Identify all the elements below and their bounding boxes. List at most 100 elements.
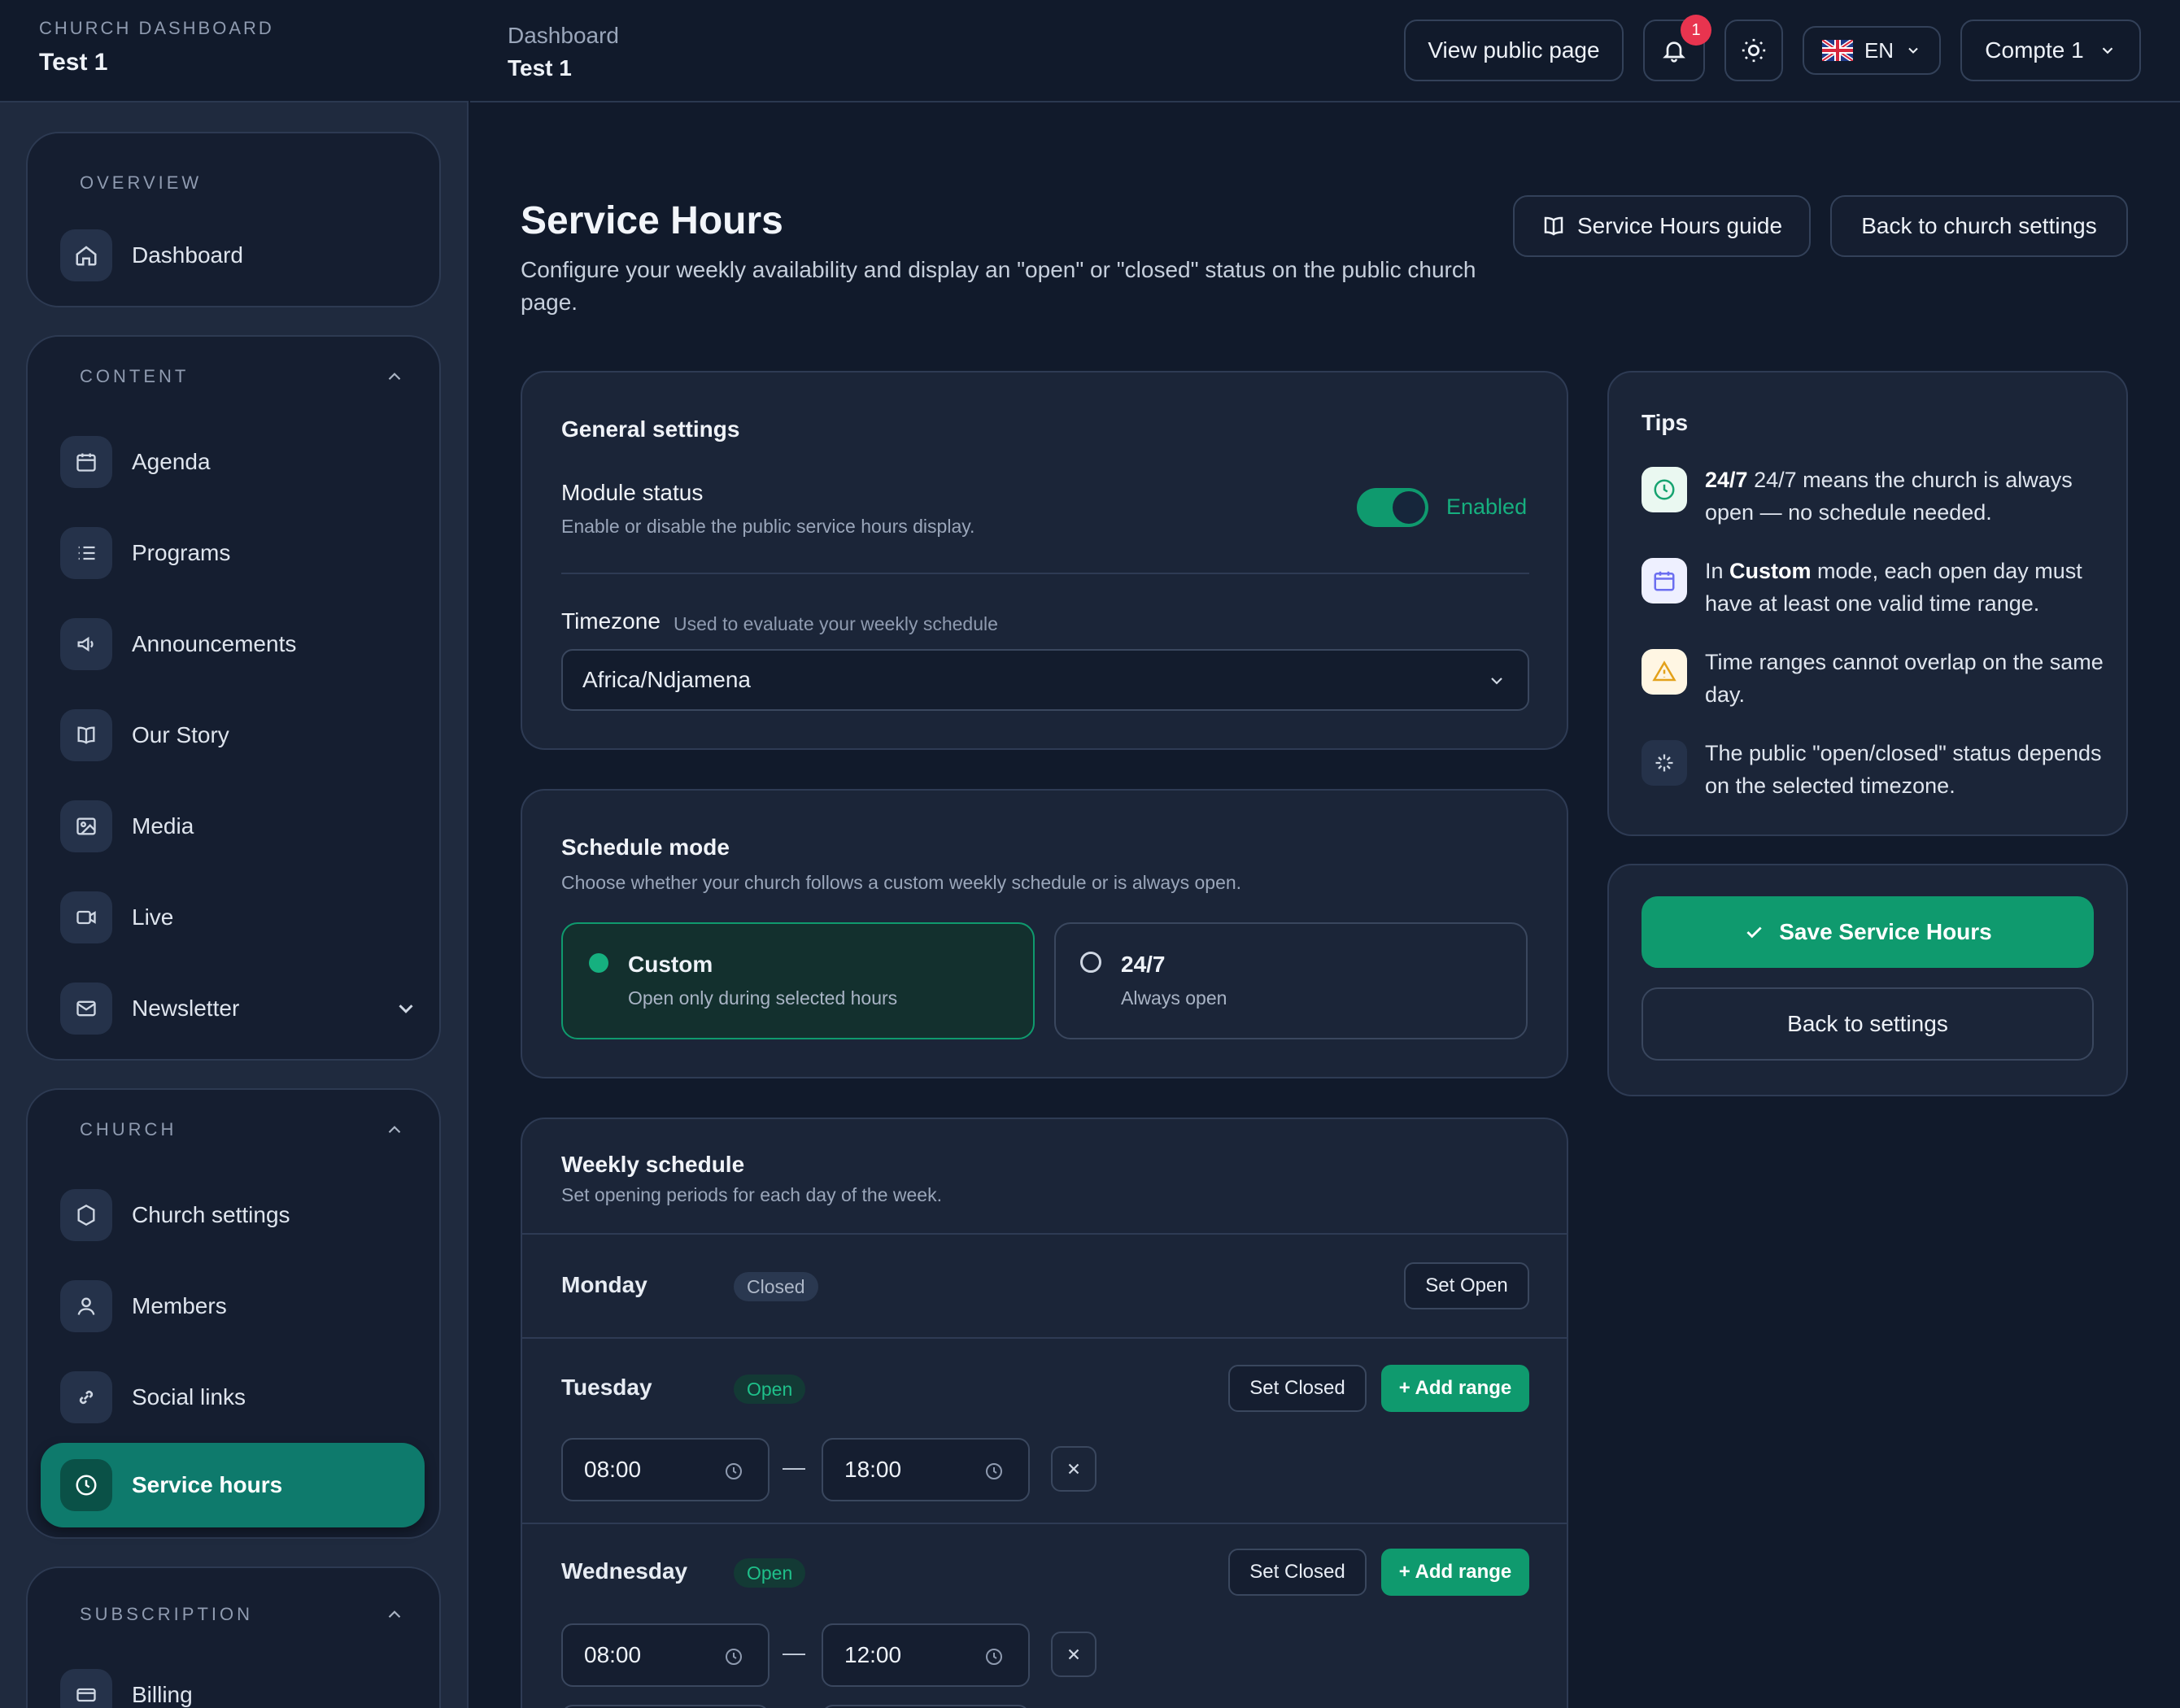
sidebar-item-label: Media [132, 813, 194, 839]
back-to-settings-button[interactable]: Back to settings [1642, 987, 2094, 1061]
set-closed-button[interactable]: Set Closed [1228, 1365, 1367, 1412]
sun-icon [1742, 38, 1766, 63]
time-value: 08:00 [584, 1457, 642, 1482]
guide-button-label: Service Hours guide [1576, 213, 1783, 238]
language-select[interactable]: EN [1803, 26, 1941, 75]
status-badge: Closed [734, 1272, 818, 1301]
bell-icon [1663, 41, 1685, 63]
sidebar-item-agenda[interactable]: Agenda [28, 420, 439, 504]
time-value: 12:00 [844, 1642, 902, 1667]
sidebar-item-church-settings[interactable]: Church settings [28, 1173, 439, 1257]
set-open-button[interactable]: Set Open [1404, 1262, 1529, 1309]
save-service-hours-button[interactable]: Save Service Hours [1642, 896, 2094, 968]
page-subtitle: Configure your weekly availability and d… [521, 257, 1476, 315]
sidebar-item-label: Live [132, 904, 174, 930]
view-public-page-button[interactable]: View public page [1404, 20, 1624, 81]
sidebar-item-announcements[interactable]: Announcements [28, 602, 439, 686]
mode-option-label: Custom [628, 952, 713, 977]
card-title: Schedule mode [561, 834, 730, 860]
tip-bold: Custom [1729, 559, 1812, 583]
account-menu[interactable]: Compte 1 [1960, 20, 2141, 81]
range-separator: — [783, 1640, 805, 1665]
sidebar-item-our-story[interactable]: Our Story [28, 693, 439, 778]
megaphone-icon [60, 618, 112, 670]
start-time-input[interactable] [561, 1705, 770, 1708]
tip-bold: 24/7 [1705, 468, 1748, 492]
sidebar-item-label: Agenda [132, 449, 211, 474]
sidebar-item-social-links[interactable]: Social links [28, 1355, 439, 1440]
chevron-up-icon[interactable] [384, 1604, 405, 1625]
sidebar-item-programs[interactable]: Programs [28, 511, 439, 595]
breadcrumb-current: Test 1 [508, 55, 572, 81]
timezone-select[interactable]: Africa/Ndjamena [561, 649, 1529, 711]
list-icon [60, 527, 112, 579]
status-badge: Open [734, 1375, 806, 1404]
mode-option-desc: Always open [1121, 987, 1227, 1009]
add-range-button[interactable]: + Add range [1381, 1365, 1529, 1412]
brand-name: Test 1 [39, 49, 108, 76]
mode-option-label: 24/7 [1121, 952, 1166, 977]
close-icon [1068, 1649, 1079, 1660]
mail-icon [60, 983, 112, 1035]
set-closed-button[interactable]: Set Closed [1228, 1549, 1367, 1596]
add-range-button[interactable]: + Add range [1381, 1549, 1529, 1596]
brand-header: CHURCH DASHBOARD Test 1 [0, 0, 469, 102]
schedule-mode-card: Schedule mode Choose whether your church… [521, 789, 1568, 1078]
sidebar-section-church: CHURCH Church settings Members Social li… [26, 1088, 441, 1539]
sidebar-item-live[interactable]: Live [28, 875, 439, 960]
end-time-input[interactable] [822, 1705, 1030, 1708]
back-to-church-settings-button[interactable]: Back to church settings [1830, 195, 2128, 257]
card-title: Tips [1642, 410, 1689, 435]
mode-option-desc: Open only during selected hours [628, 987, 898, 1009]
chevron-up-icon[interactable] [384, 1119, 405, 1140]
start-time-input[interactable]: 08:00 [561, 1438, 770, 1501]
clock-icon [986, 1649, 1002, 1665]
sidebar-item-service-hours[interactable]: Service hours [41, 1443, 425, 1527]
mode-option-custom[interactable]: Custom Open only during selected hours [561, 922, 1035, 1039]
sidebar-item-label: Newsletter [132, 996, 240, 1021]
sidebar-item-label: Church settings [132, 1202, 290, 1227]
close-icon [1068, 1463, 1079, 1475]
card-desc: Set opening periods for each day of the … [561, 1184, 942, 1205]
sidebar-item-members[interactable]: Members [28, 1264, 439, 1349]
end-time-input[interactable]: 18:00 [822, 1438, 1030, 1501]
clock-icon [60, 1459, 112, 1511]
toggle-knob [1393, 491, 1425, 524]
start-time-input[interactable]: 08:00 [561, 1623, 770, 1687]
status-badge: Open [734, 1558, 806, 1588]
save-button-label: Save Service Hours [1779, 919, 1992, 944]
timezone-value: Africa/Ndjamena [582, 667, 751, 692]
sidebar-item-newsletter[interactable]: Newsletter [28, 966, 439, 1051]
end-time-input[interactable]: 12:00 [822, 1623, 1030, 1687]
page-title: Service Hours [521, 199, 783, 242]
service-hours-guide-button[interactable]: Service Hours guide [1513, 195, 1811, 257]
breadcrumb[interactable]: Dashboard [508, 23, 619, 49]
card-title: Weekly schedule [561, 1152, 745, 1177]
chevron-up-icon[interactable] [384, 366, 405, 387]
remove-range-button[interactable] [1051, 1632, 1097, 1677]
theme-toggle-button[interactable] [1724, 20, 1783, 81]
notification-badge: 1 [1681, 15, 1711, 46]
day-row-wednesday: Wednesday Open Set Closed + Add range 08… [522, 1524, 1567, 1708]
sidebar-item-dashboard[interactable]: Dashboard [28, 213, 439, 298]
day-name: Monday [561, 1272, 647, 1297]
calendar-icon [60, 436, 112, 488]
sidebar-item-media[interactable]: Media [28, 784, 439, 869]
sidebar-item-label: Announcements [132, 631, 297, 656]
sidebar-item-label: Programs [132, 540, 231, 565]
radio-selected [589, 953, 608, 973]
card-title: General settings [561, 416, 740, 442]
module-status-toggle[interactable] [1357, 488, 1428, 527]
chevron-down-icon[interactable] [394, 996, 418, 1021]
radio-unselected [1080, 952, 1101, 973]
sidebar-item-billing[interactable]: Billing [28, 1653, 439, 1708]
sidebar-section-subscription: SUBSCRIPTION Billing [26, 1566, 441, 1708]
sidebar-item-label: Our Story [132, 722, 229, 747]
language-code: EN [1864, 37, 1894, 63]
day-name: Wednesday [561, 1558, 688, 1584]
module-status-value: Enabled [1446, 495, 1528, 519]
mode-option-24-7[interactable]: 24/7 Always open [1054, 922, 1528, 1039]
link-icon [60, 1371, 112, 1423]
remove-range-button[interactable] [1051, 1446, 1097, 1492]
home-icon [60, 229, 112, 281]
